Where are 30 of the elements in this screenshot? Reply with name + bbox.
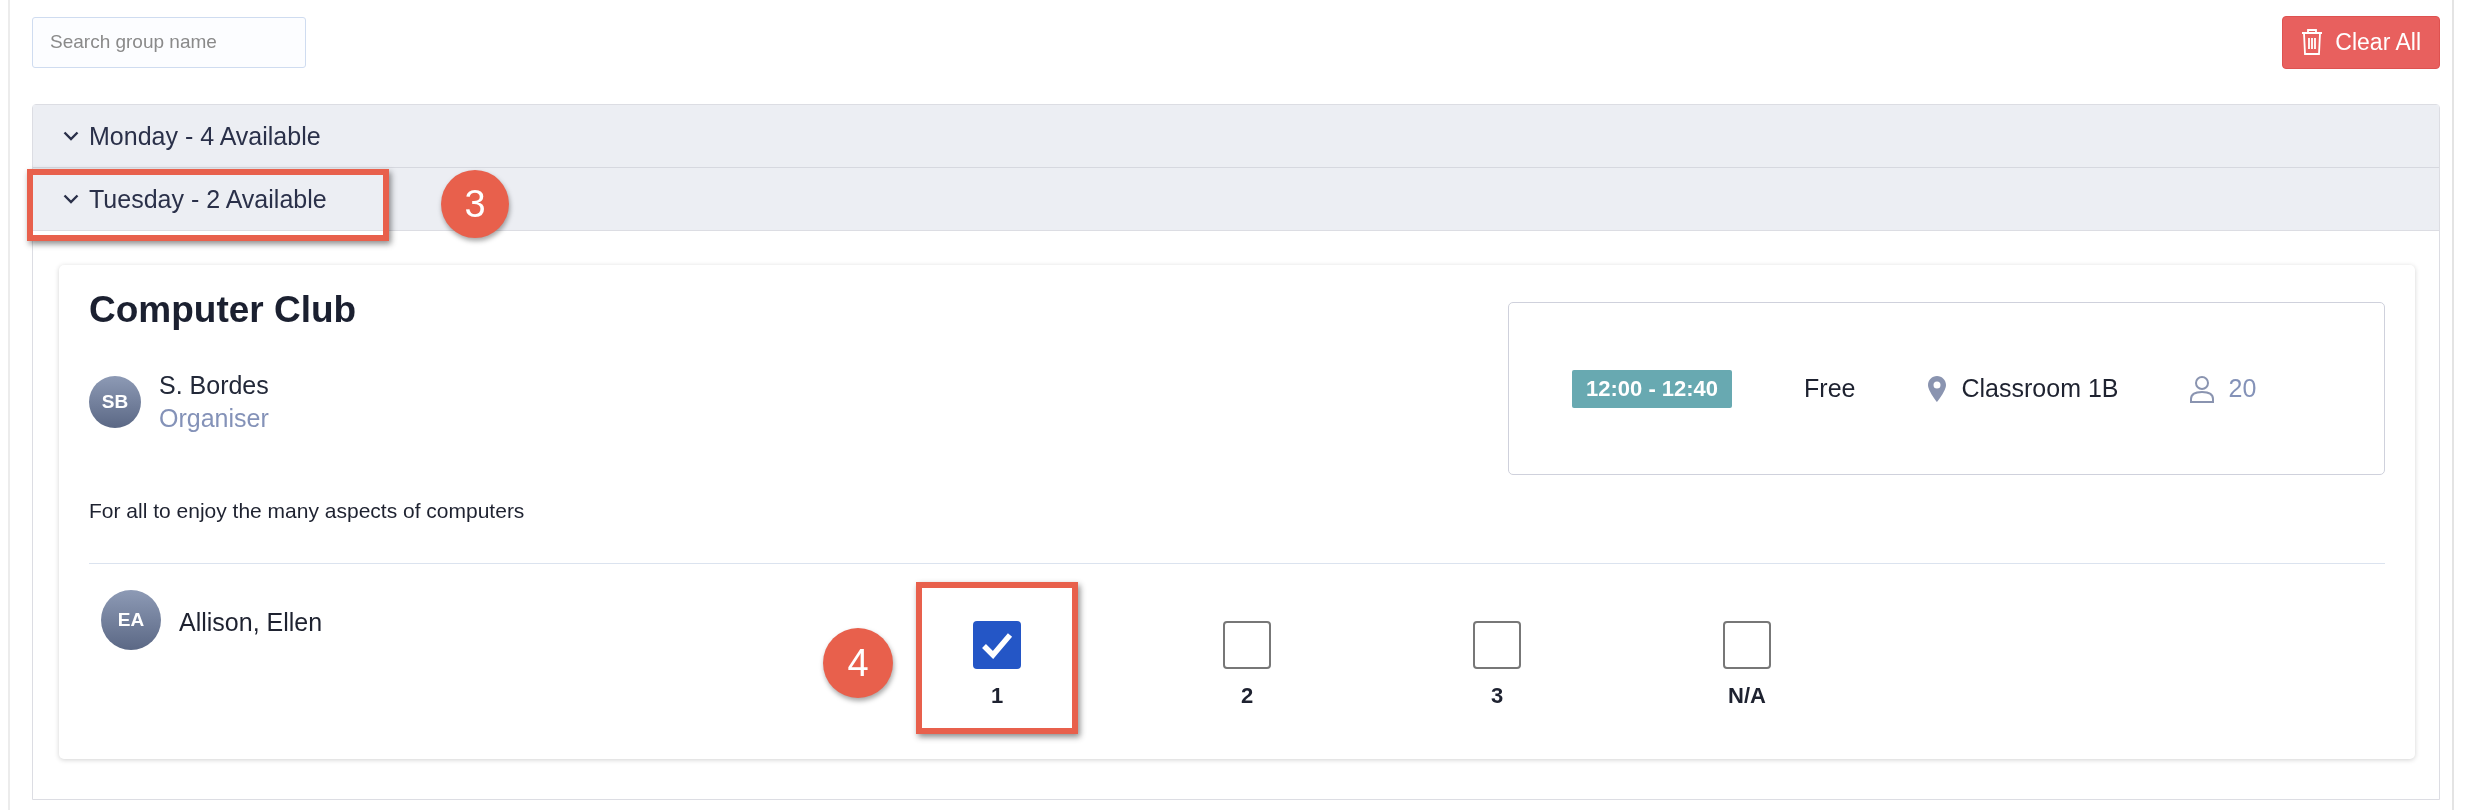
choice-checkbox[interactable] (1723, 621, 1771, 669)
day-title: Tuesday - 2 Available (89, 184, 327, 214)
choice-label: 1 (990, 683, 1004, 709)
person-icon (2188, 374, 2215, 403)
group-description: For all to enjoy the many aspects of computers (89, 499, 525, 523)
choice-checkbox[interactable] (1223, 621, 1271, 669)
choice-label: N/A (1728, 683, 1766, 709)
organiser-avatar: SB (89, 376, 141, 428)
choice-label: 3 (1490, 683, 1504, 709)
day-header[interactable]: Monday - 4 Available (33, 105, 2439, 167)
choice-checkbox[interactable] (973, 621, 1021, 669)
location-pin-icon (1927, 375, 1946, 402)
step-marker: 4 (823, 628, 893, 698)
time-badge: 12:00 - 12:40 (1572, 369, 1733, 408)
trash-icon (2301, 28, 2324, 56)
participant-name: Allison, Ellen (179, 608, 323, 637)
day-title: Monday - 4 Available (89, 121, 321, 151)
location-text: Classroom 1B (1961, 374, 2119, 403)
organiser-name: S. Bordes (159, 371, 269, 400)
search-field[interactable]: Search group name (32, 16, 306, 68)
chevron-down-icon (63, 131, 79, 141)
checkmark-icon (981, 631, 1013, 659)
group-title: Computer Club (89, 289, 358, 331)
participant-avatar: EA (101, 590, 161, 650)
chevron-down-icon (63, 194, 79, 204)
organiser-role: Organiser (159, 404, 269, 433)
capacity-text: 20 (2228, 374, 2257, 403)
price-text: Free (1804, 374, 1856, 403)
choice-checkbox[interactable] (1473, 621, 1521, 669)
choice-label: 2 (1240, 683, 1254, 709)
